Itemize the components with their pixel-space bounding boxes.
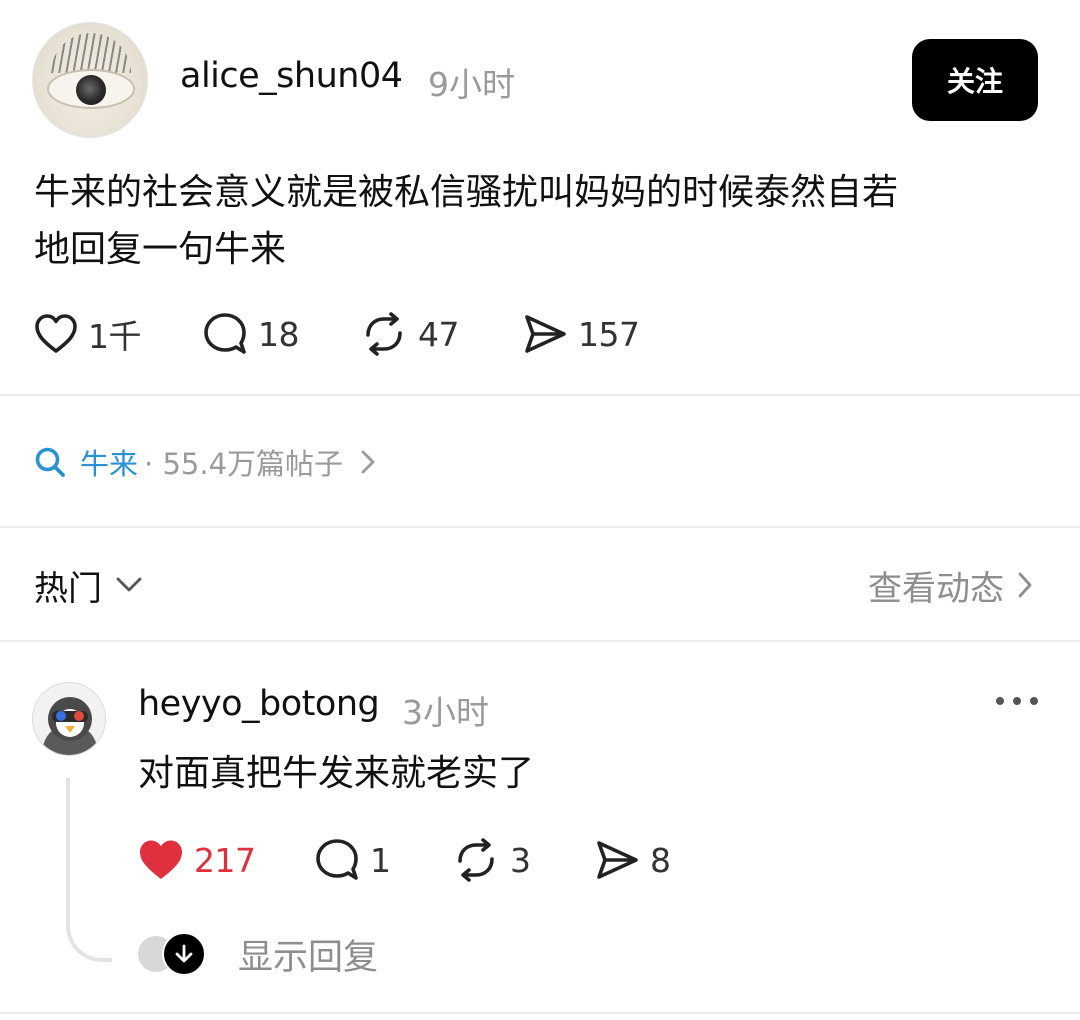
arrow-down-icon: [162, 932, 206, 976]
more-dot: [1030, 697, 1038, 705]
comment-avatar[interactable]: [32, 682, 106, 756]
avatar-iris: [76, 75, 106, 105]
comment-time: 3小时: [402, 693, 489, 732]
like-count: 1千: [88, 317, 142, 356]
divider: [0, 1012, 1080, 1014]
comment-reply-count: 1: [370, 840, 391, 880]
repost-icon: [458, 838, 494, 882]
share-button[interactable]: 157: [522, 306, 640, 362]
sort-label: 热门: [34, 568, 102, 609]
repost-button[interactable]: 47: [360, 306, 460, 362]
more-dot: [996, 697, 1004, 705]
chevron-down-icon: [116, 577, 142, 592]
comment-repost-button[interactable]: 3: [452, 832, 531, 888]
penguin-avatar-icon: [41, 697, 99, 755]
post-actions: 1千 18 47 157: [0, 306, 1080, 362]
repost-icon: [366, 312, 402, 356]
comment-share-count: 8: [650, 840, 671, 880]
avatar-hair: [51, 33, 131, 73]
send-icon: [525, 315, 566, 353]
post-body: 牛来的社会意义就是被私信骚扰叫妈妈的时候泰然自若 地回复一句牛来: [34, 164, 1034, 278]
show-replies-label[interactable]: 显示回复: [238, 929, 378, 980]
comment-actions: 217 1 3 8: [0, 832, 1080, 888]
comment-like-button[interactable]: 217: [138, 832, 256, 888]
divider: [0, 394, 1080, 396]
comment-count: 18: [258, 314, 300, 354]
post-header: alice_shun04 9小时 关注: [0, 0, 1080, 160]
chevron-right-icon: [361, 450, 375, 474]
divider: [0, 640, 1080, 642]
avatar[interactable]: [32, 22, 148, 138]
comment-username[interactable]: heyyo_botong: [138, 684, 380, 724]
heart-filled-icon: [140, 840, 182, 879]
topic-row[interactable]: 牛来 · 55.4万篇帖子: [34, 438, 375, 486]
follow-button[interactable]: 关注: [912, 39, 1038, 121]
more-options-icon[interactable]: [996, 686, 1038, 716]
topic-tag[interactable]: 牛来: [80, 441, 138, 483]
divider: [0, 526, 1080, 528]
comment-reply-button[interactable]: 1: [314, 832, 391, 888]
post-username[interactable]: alice_shun04: [180, 56, 403, 96]
more-dot: [1013, 697, 1021, 705]
comment-button[interactable]: 18: [202, 306, 300, 362]
comment-icon: [204, 313, 246, 354]
send-icon: [597, 841, 638, 879]
chevron-right-icon: [1018, 572, 1032, 598]
view-activity-label: 查看动态: [868, 568, 1004, 609]
repost-count: 47: [418, 314, 460, 354]
like-button[interactable]: 1千: [34, 306, 142, 362]
post-time: 9小时: [428, 65, 515, 104]
heart-icon: [35, 314, 77, 353]
sort-dropdown[interactable]: 热门: [34, 560, 142, 610]
comment-icon: [316, 839, 358, 880]
search-icon: [35, 447, 65, 477]
comment-text: 对面真把牛发来就老实了: [138, 753, 535, 794]
view-activity-link[interactable]: 查看动态: [868, 560, 1032, 610]
comment-repost-count: 3: [510, 840, 531, 880]
share-count: 157: [578, 314, 640, 354]
topic-post-count: · 55.4万篇帖子: [144, 447, 344, 481]
post-body-line: 地回复一句牛来: [34, 229, 287, 270]
post-body-line: 牛来的社会意义就是被私信骚扰叫妈妈的时候泰然自若: [34, 172, 899, 213]
comment-like-count: 217: [194, 840, 256, 880]
comment-share-button[interactable]: 8: [594, 832, 671, 888]
show-replies-row[interactable]: 显示回复: [136, 930, 378, 978]
